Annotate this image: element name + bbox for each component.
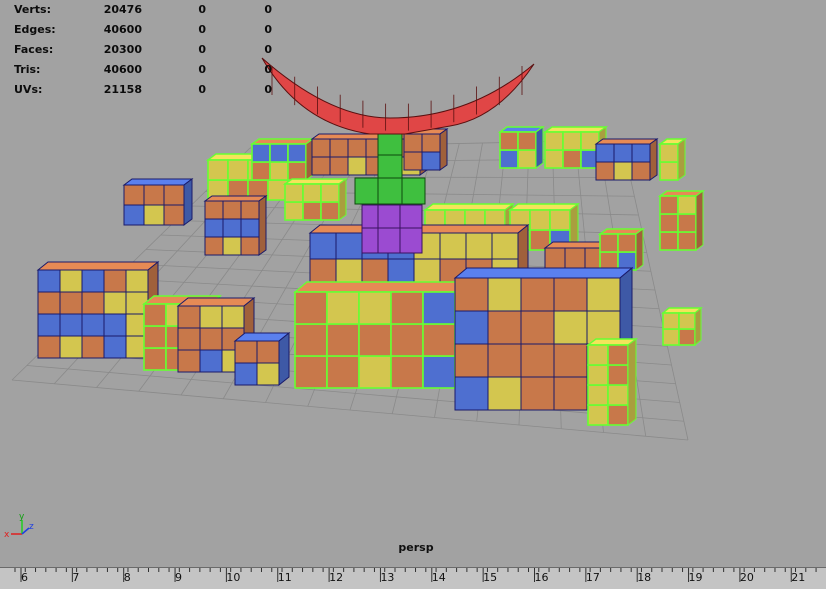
maze-geometry[interactable] [36,126,706,426]
faces-label: Faces: [14,43,54,56]
timeline-tick-label: 10 [226,571,240,584]
timeline-tick-label: 6 [21,571,28,584]
axis-y-label: y [19,512,25,522]
timeline-tick-label: 20 [740,571,754,584]
hud-row-uvs: UVs: 21158 0 0 [14,80,274,100]
poly-count-hud: Verts: 20476 0 0 Edges: 40600 0 0 Faces:… [14,0,274,100]
faces-selected: 0 [198,43,206,56]
time-ruler[interactable]: 6 7 8 9 10 11 12 13 14 15 16 17 18 19 20 21 [0,568,826,589]
verts-selected-2: 0 [264,3,272,16]
faces-total: 20300 [103,43,142,56]
timeline-tick-label: 8 [124,571,131,584]
timeline-tick-label: 12 [329,571,343,584]
uvs-selected-2: 0 [264,83,272,96]
verts-selected: 0 [198,3,206,16]
timeline-tick-label: 19 [689,571,703,584]
hud-row-tris: Tris: 40600 0 0 [14,60,274,80]
timeline-tick-label: 21 [791,571,805,584]
axis-z-label: z [29,522,34,532]
time-slider[interactable]: 6 7 8 9 10 11 12 13 14 15 16 17 18 19 20 21 [0,567,826,589]
timeline-tick-label: 15 [483,571,497,584]
tris-label: Tris: [14,63,41,76]
timeline-tick-label: 9 [175,571,182,584]
timeline-tick-label: 16 [535,571,549,584]
hud-row-verts: Verts: 20476 0 0 [14,0,274,20]
timeline-tick-label: 17 [586,571,600,584]
uvs-total: 21158 [103,83,142,96]
edges-label: Edges: [14,23,56,36]
perspective-viewport[interactable]: Verts: 20476 0 0 Edges: 40600 0 0 Faces:… [0,0,826,567]
camera-name-label: persp [398,541,434,554]
tris-total: 40600 [103,63,142,76]
timeline-tick-label: 14 [432,571,446,584]
axis-x-label: x [4,530,10,540]
hud-row-edges: Edges: 40600 0 0 [14,20,274,40]
verts-total: 20476 [103,3,142,16]
faces-selected-2: 0 [264,43,272,56]
tris-selected-2: 0 [264,63,272,76]
edges-selected: 0 [198,23,206,36]
view-axis-icon: x y z [4,512,34,540]
edges-selected-2: 0 [264,23,272,36]
timeline-tick-label: 7 [72,571,79,584]
timeline-tick-label: 11 [278,571,292,584]
timeline-tick-label: 18 [637,571,651,584]
tris-selected: 0 [198,63,206,76]
verts-label: Verts: [14,3,52,16]
uvs-selected: 0 [198,83,206,96]
edges-total: 40600 [103,23,142,36]
hud-row-faces: Faces: 20300 0 0 [14,40,274,60]
uvs-label: UVs: [14,83,43,96]
timeline-tick-label: 13 [380,571,394,584]
